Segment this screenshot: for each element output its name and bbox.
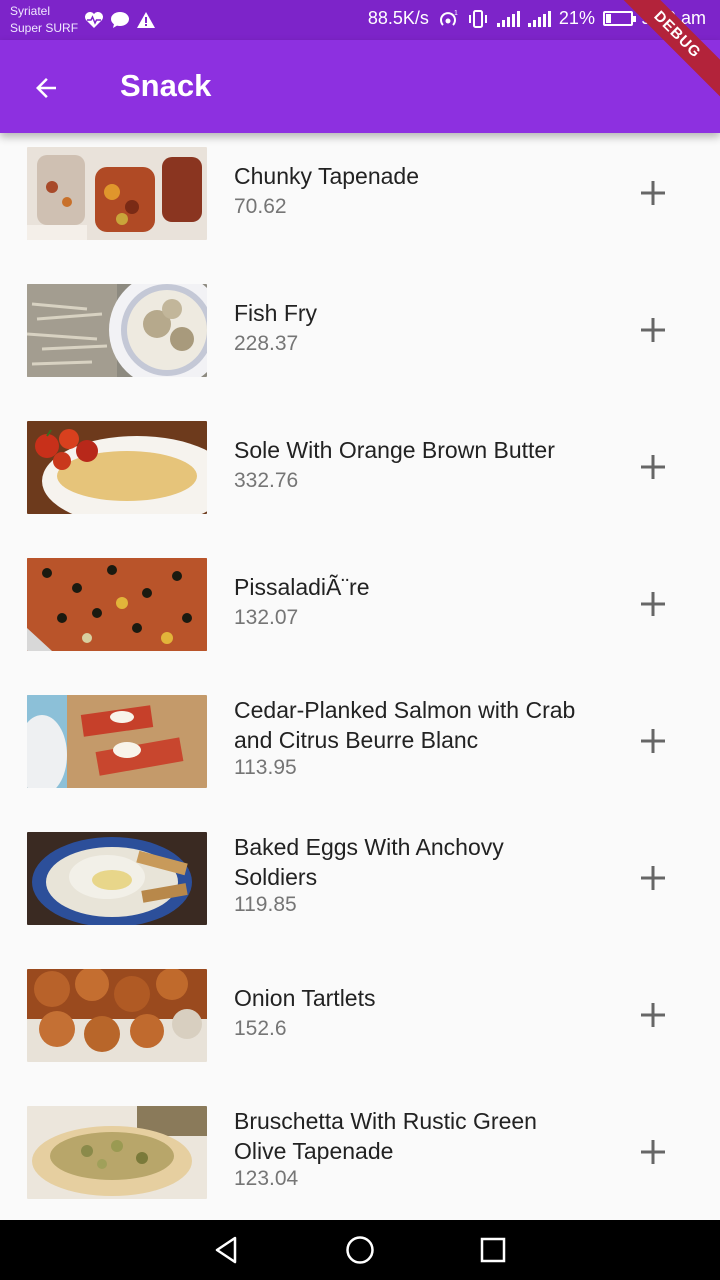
item-thumbnail	[27, 558, 207, 651]
item-info: Cedar-Planked Salmon with Crab and Citru…	[234, 695, 584, 782]
item-info: Chunky Tapenade 70.62	[234, 161, 584, 221]
list-item[interactable]: Baked Eggs With Anchovy Soldiers 119.85	[0, 818, 720, 955]
item-thumbnail	[27, 832, 207, 925]
food-image	[27, 558, 207, 651]
list-item[interactable]: Sole With Orange Brown Butter 332.76	[0, 407, 720, 544]
carrier-label: Syriatel Super SURF	[10, 3, 78, 37]
battery-percent: 21%	[558, 8, 595, 28]
add-icon[interactable]	[638, 1137, 668, 1167]
add-icon[interactable]	[638, 1000, 668, 1030]
food-image	[27, 421, 207, 514]
item-info: Onion Tartlets 152.6	[234, 983, 584, 1043]
arrow-back-icon	[36, 78, 56, 98]
food-image	[27, 1106, 207, 1199]
item-price: 228.37	[234, 332, 299, 355]
nav-back-icon[interactable]	[211, 1234, 243, 1266]
item-price: 123.04	[234, 1167, 299, 1190]
vibrate-icon	[468, 9, 487, 28]
item-info: Sole With Orange Brown Butter 332.76	[234, 435, 584, 495]
list-item[interactable]: Chunky Tapenade 70.62	[0, 133, 720, 270]
nav-home-icon[interactable]	[344, 1234, 376, 1266]
item-name: Sole With Orange Brown Butter	[234, 437, 555, 463]
add-icon[interactable]	[638, 315, 668, 345]
item-name: Cedar-Planked Salmon with Crab and Citru…	[234, 697, 576, 753]
add-icon[interactable]	[638, 863, 668, 893]
list-item[interactable]: Fish Fry 228.37	[0, 270, 720, 407]
item-info: Bruschetta With Rustic Green Olive Tapen…	[234, 1106, 584, 1193]
snack-list[interactable]: Chunky Tapenade 70.62 Fish Fry 228.37 So…	[0, 133, 720, 1220]
list-item[interactable]: Cedar-Planked Salmon with Crab and Citru…	[0, 681, 720, 818]
item-name: Bruschetta With Rustic Green Olive Tapen…	[234, 1108, 537, 1164]
page-title: Snack	[120, 68, 212, 103]
warning-icon	[137, 12, 155, 28]
back-button[interactable]	[22, 64, 70, 112]
nav-recents-icon[interactable]	[477, 1234, 509, 1266]
item-info: Fish Fry 228.37	[234, 298, 584, 358]
item-name: Baked Eggs With Anchovy Soldiers	[234, 834, 504, 890]
food-image	[27, 969, 207, 1062]
heart-pulse-icon	[85, 12, 103, 28]
item-name: Chunky Tapenade	[234, 163, 419, 189]
item-price: 132.07	[234, 606, 299, 629]
add-icon[interactable]	[638, 589, 668, 619]
hotspot-icon: 1	[440, 10, 458, 26]
item-price: 119.85	[234, 893, 297, 916]
add-icon[interactable]	[638, 726, 668, 756]
4g-signal-icon	[527, 10, 551, 27]
item-info: PissaladiÃ¨re 132.07	[234, 572, 584, 632]
app-bar: Snack	[0, 40, 720, 133]
add-icon[interactable]	[638, 178, 668, 208]
item-price: 152.6	[234, 1017, 287, 1040]
navigation-bar	[0, 1220, 720, 1280]
battery-icon	[602, 11, 636, 26]
item-price: 70.62	[234, 195, 287, 218]
notification-icons	[84, 11, 156, 29]
add-icon[interactable]	[638, 452, 668, 482]
list-item[interactable]: PissaladiÃ¨re 132.07	[0, 544, 720, 681]
food-image	[27, 832, 207, 925]
item-name: Onion Tartlets	[234, 985, 376, 1011]
list-item[interactable]: Onion Tartlets 152.6	[0, 955, 720, 1092]
item-thumbnail	[27, 695, 207, 788]
status-bar: Syriatel Super SURF 88.5K/s 1 21% 9:09 a…	[0, 0, 720, 40]
item-thumbnail	[27, 421, 207, 514]
item-price: 113.95	[234, 756, 297, 779]
signal-icon	[496, 10, 520, 27]
item-name: Fish Fry	[234, 300, 318, 326]
item-thumbnail	[27, 969, 207, 1062]
item-thumbnail	[27, 1106, 207, 1199]
chat-icon	[111, 12, 129, 28]
food-image	[27, 695, 207, 788]
item-info: Baked Eggs With Anchovy Soldiers 119.85	[234, 832, 584, 919]
list-item[interactable]: Bruschetta With Rustic Green Olive Tapen…	[0, 1092, 720, 1220]
item-price: 332.76	[234, 469, 299, 492]
food-image	[27, 284, 207, 377]
carrier-network: Super SURF	[10, 21, 79, 35]
item-thumbnail	[27, 284, 207, 377]
item-name: PissaladiÃ¨re	[234, 574, 370, 600]
food-image	[27, 147, 207, 240]
carrier-name: Syriatel	[10, 4, 51, 18]
network-speed: 88.5K/s	[367, 8, 429, 28]
item-thumbnail	[27, 147, 207, 240]
svg-text:1: 1	[454, 10, 458, 17]
